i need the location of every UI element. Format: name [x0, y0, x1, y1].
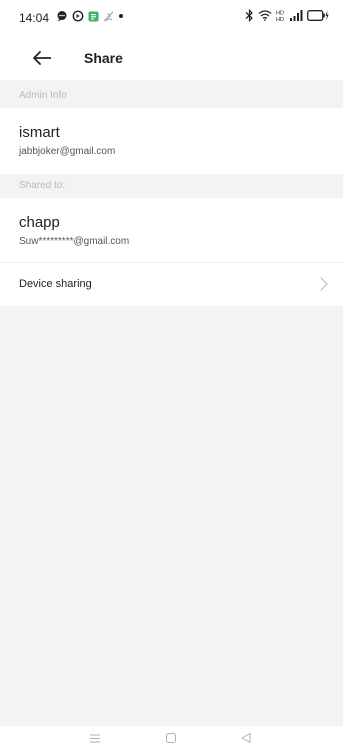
shared-to-label: Shared to:: [0, 174, 343, 198]
status-bar: 14:04 HD HD: [0, 0, 343, 34]
svg-text:HD: HD: [276, 10, 284, 16]
menu-icon: [90, 734, 100, 742]
dot-icon: [119, 14, 123, 18]
shared-user-email: Suw*********@gmail.com: [19, 236, 130, 247]
status-time: 14:04: [19, 11, 50, 25]
admin-info-label: Admin Info: [0, 84, 343, 108]
svg-text:HD: HD: [276, 17, 284, 22]
battery-charging-icon: [307, 9, 329, 21]
signal-app-icon: [103, 11, 114, 21]
page-title: Share: [84, 50, 123, 66]
chevron-right-icon: [320, 277, 328, 291]
device-sharing-label: Device sharing: [19, 278, 92, 290]
alarm-icon: [72, 10, 84, 22]
system-nav-bar: [0, 726, 343, 751]
back-button[interactable]: [28, 46, 56, 70]
app-header: Share: [0, 34, 343, 80]
nav-back-button[interactable]: [237, 730, 255, 746]
status-left-icons: [56, 9, 124, 23]
app-notification-icon: [88, 11, 99, 21]
shared-user-name: chapp: [19, 214, 60, 231]
back-triangle-icon: [241, 733, 251, 743]
shared-user-row[interactable]: chapp Suw*********@gmail.com: [0, 198, 343, 262]
nav-menu-button[interactable]: [86, 730, 104, 746]
chat-icon: [57, 11, 67, 22]
dual-sim-icon: HD HD: [276, 10, 284, 22]
wifi-icon: [258, 10, 272, 21]
admin-email: jabbjoker@gmail.com: [19, 146, 116, 157]
admin-user-row: ismart jabbjoker@gmail.com: [0, 108, 343, 174]
admin-name: ismart: [19, 124, 60, 141]
device-sharing-row[interactable]: Device sharing: [0, 262, 343, 306]
nav-home-button[interactable]: [162, 730, 180, 746]
signal-icon: [290, 9, 303, 21]
home-icon: [166, 733, 176, 743]
bluetooth-icon: [245, 8, 253, 22]
status-right-icons: HD HD: [245, 8, 329, 22]
arrow-left-icon: [33, 51, 51, 65]
